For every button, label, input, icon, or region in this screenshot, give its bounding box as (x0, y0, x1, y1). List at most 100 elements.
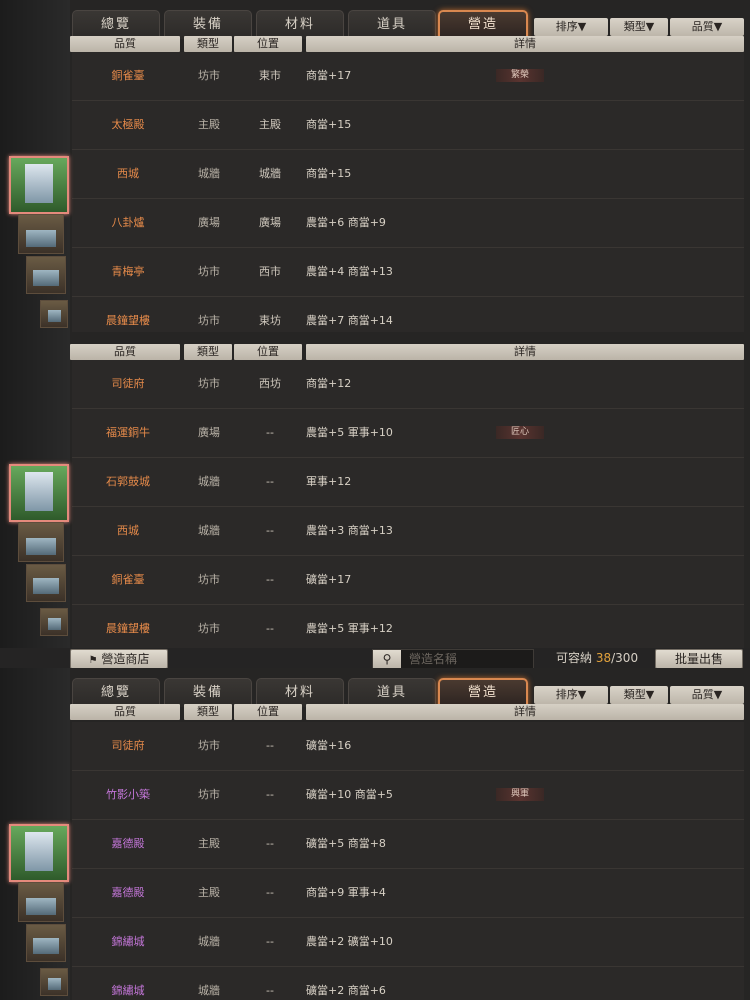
tab-overview[interactable]: 總覽 (72, 10, 160, 39)
building-name: 銅雀臺 (111, 69, 145, 82)
table-row[interactable]: 錦繡城 城牆 -- 農當+2 礦當+10 (72, 918, 744, 967)
building-name: 福運銅牛 (106, 426, 150, 439)
table-row[interactable]: 青梅亭 坊市 西市 農當+4 商當+13 (72, 248, 744, 297)
col-type[interactable]: 類型 (184, 344, 232, 360)
building-location: -- (266, 573, 274, 586)
col-quality[interactable]: 品質 (70, 344, 180, 360)
building-detail: 農當+6 商當+9 (306, 216, 386, 229)
tab-items[interactable]: 道具 (348, 678, 436, 707)
batch-sell-button[interactable]: 批量出售 (655, 649, 743, 669)
table-row[interactable]: 銅雀臺 坊市 -- 礦當+17 (72, 556, 744, 605)
tab-overview[interactable]: 總覽 (72, 678, 160, 707)
building-type: 坊市 (198, 377, 220, 390)
table-row[interactable]: 晨鐘望樓 坊市 東坊 農當+7 商當+14 (72, 297, 744, 332)
building-type: 城牆 (198, 167, 220, 180)
building-detail: 農當+4 商當+13 (306, 265, 393, 278)
building-location: -- (266, 524, 274, 537)
table-row[interactable]: 銅雀臺 坊市 東市 商當+17 繁榮 (72, 52, 744, 101)
building-name: 司徒府 (111, 739, 145, 752)
building-location: -- (266, 739, 274, 752)
building-thumb-icon-selected[interactable] (9, 156, 69, 214)
building-type: 坊市 (198, 265, 220, 278)
table-row[interactable]: 嘉德殿 主殿 -- 礦當+5 商當+8 (72, 820, 744, 869)
building-list: 銅雀臺 坊市 東市 商當+17 繁榮 太極殿 主殿 主殿 商當+15 西城 城牆 城牆 商當+15 … (72, 52, 744, 332)
sort-dropdown[interactable]: 排序▼ (534, 686, 608, 704)
building-type: 城牆 (198, 475, 220, 488)
quality-dropdown[interactable]: 品質▼ (670, 686, 744, 704)
table-row[interactable]: 石郭鼓城 城牆 -- 軍事+12 (72, 458, 744, 507)
trait-tag: 興軍 (496, 788, 544, 801)
building-panel-1: 總覽 裝備 材料 道具 營造 排序▼ 類型▼ 品質▼ 品質 類型 位置 詳情 銅… (0, 0, 750, 332)
table-row[interactable]: 司徒府 坊市 西坊 商當+12 (72, 360, 744, 409)
table-row[interactable]: 西城 城牆 城牆 商當+15 (72, 150, 744, 199)
table-row[interactable]: 晨鐘望樓 坊市 -- 農當+5 軍事+12 (72, 605, 744, 648)
col-location[interactable]: 位置 (234, 344, 302, 360)
table-row[interactable]: 司徒府 坊市 -- 礦當+16 (72, 722, 744, 771)
col-quality[interactable]: 品質 (70, 704, 180, 720)
building-icon (25, 230, 57, 248)
building-thumb-icon[interactable] (40, 968, 68, 996)
building-location: -- (266, 984, 274, 997)
building-icon (47, 310, 61, 322)
tab-equipment[interactable]: 裝備 (164, 10, 252, 39)
tab-materials[interactable]: 材料 (256, 678, 344, 707)
building-thumb-icon[interactable] (26, 564, 66, 602)
table-row[interactable]: 西城 城牆 -- 農當+3 商當+13 (72, 507, 744, 556)
building-thumb-icon-selected[interactable] (9, 464, 69, 522)
col-location[interactable]: 位置 (234, 36, 302, 52)
building-icon (25, 164, 53, 204)
shop-icon: ⚑ (88, 655, 98, 666)
table-row[interactable]: 竹影小築 坊市 -- 礦當+10 商當+5 興軍 (72, 771, 744, 820)
building-detail: 礦當+2 商當+6 (306, 984, 386, 997)
col-detail[interactable]: 詳情 (306, 344, 744, 360)
table-row[interactable]: 嘉德殿 主殿 -- 商當+9 軍事+4 (72, 869, 744, 918)
col-location[interactable]: 位置 (234, 704, 302, 720)
building-thumb-icon[interactable] (40, 300, 68, 328)
building-detail: 商當+15 (306, 167, 352, 180)
quality-dropdown[interactable]: 品質▼ (670, 18, 744, 36)
construction-shop-button[interactable]: ⚑ 營造商店 (70, 649, 168, 669)
tab-materials[interactable]: 材料 (256, 10, 344, 39)
capacity-used: 38 (595, 651, 612, 665)
tab-equipment[interactable]: 裝備 (164, 678, 252, 707)
building-name: 太極殿 (111, 118, 145, 131)
table-row[interactable]: 八卦爐 廣場 廣場 農當+6 商當+9 (72, 199, 744, 248)
table-row[interactable]: 福運銅牛 廣場 -- 農當+5 軍事+10 匠心 (72, 409, 744, 458)
building-location: 城牆 (259, 167, 281, 180)
capacity-readout: 可容納 38/300 (556, 648, 638, 668)
col-type[interactable]: 類型 (184, 36, 232, 52)
col-detail[interactable]: 詳情 (306, 704, 744, 720)
type-dropdown[interactable]: 類型▼ (610, 686, 668, 704)
table-row[interactable]: 錦繡城 城牆 -- 礦當+2 商當+6 (72, 967, 744, 1000)
building-detail: 農當+5 軍事+12 (306, 622, 393, 635)
building-type: 坊市 (198, 739, 220, 752)
building-icon (25, 832, 53, 872)
col-detail[interactable]: 詳情 (306, 36, 744, 52)
col-type[interactable]: 類型 (184, 704, 232, 720)
search-icon[interactable]: ⚲ (373, 650, 401, 668)
category-tabs: 總覽 裝備 材料 道具 營造 排序▼ 類型▼ 品質▼ (72, 0, 750, 40)
col-quality[interactable]: 品質 (70, 36, 180, 52)
building-icon (32, 937, 60, 954)
building-thumb-icon[interactable] (26, 256, 66, 294)
tab-items[interactable]: 道具 (348, 10, 436, 39)
building-name: 石郭鼓城 (106, 475, 150, 488)
building-thumb-icon[interactable] (18, 882, 64, 922)
building-type: 主殿 (198, 837, 220, 850)
building-thumb-icon-selected[interactable] (9, 824, 69, 882)
building-name: 晨鐘望樓 (106, 314, 150, 327)
type-dropdown[interactable]: 類型▼ (610, 18, 668, 36)
sort-dropdown[interactable]: 排序▼ (534, 18, 608, 36)
table-row[interactable]: 太極殿 主殿 主殿 商當+15 (72, 101, 744, 150)
building-thumb-icon[interactable] (26, 924, 66, 962)
building-name: 嘉德殿 (111, 837, 145, 850)
building-detail: 礦當+16 (306, 739, 352, 752)
building-thumb-icon[interactable] (18, 214, 64, 254)
building-type: 城牆 (198, 524, 220, 537)
building-detail: 農當+2 礦當+10 (306, 935, 393, 948)
building-location: 主殿 (259, 118, 281, 131)
building-thumb-icon[interactable] (18, 522, 64, 562)
search-input[interactable]: ⚲ 營造名稱 (372, 649, 534, 669)
building-name: 竹影小築 (106, 788, 150, 801)
building-thumb-icon[interactable] (40, 608, 68, 636)
